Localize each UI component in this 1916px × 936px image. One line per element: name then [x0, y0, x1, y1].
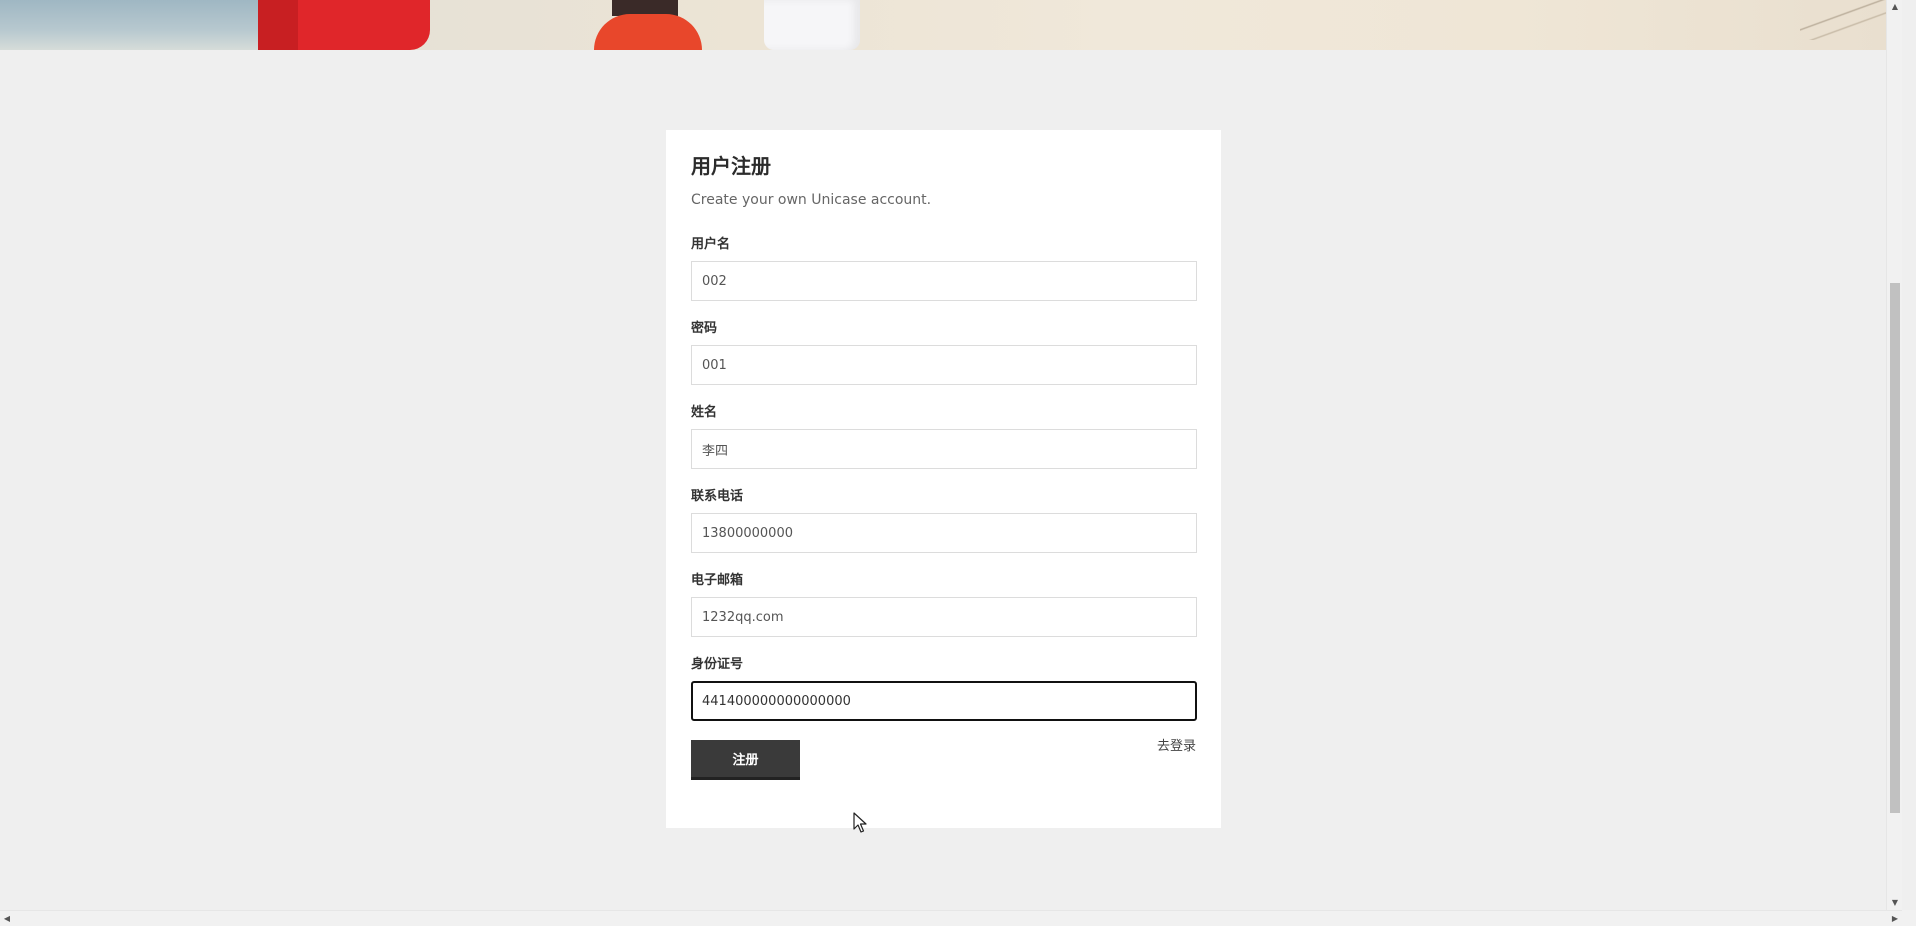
register-form: 用户名 密码 姓名 联系电话 电子邮箱 身份证号: [691, 236, 1197, 781]
page-title: 用户注册: [691, 154, 771, 178]
username-label: 用户名: [691, 237, 731, 252]
username-input[interactable]: [691, 261, 1197, 301]
phone-field-group: 联系电话: [691, 488, 1197, 553]
password-input[interactable]: [691, 345, 1197, 385]
window-bottom-edge: [0, 926, 1916, 936]
email-input[interactable]: [691, 597, 1197, 637]
register-button[interactable]: 注册: [691, 740, 800, 780]
name-input[interactable]: [691, 429, 1197, 469]
username-field-group: 用户名: [691, 236, 1197, 301]
password-field-group: 密码: [691, 320, 1197, 385]
go-login-link[interactable]: 去登录: [1157, 735, 1196, 754]
page-subtitle: Create your own Unicase account.: [691, 192, 932, 208]
hero-figure-red-shadow: [258, 0, 298, 50]
vertical-scroll-thumb[interactable]: [1890, 283, 1900, 813]
hero-water: [0, 0, 260, 50]
name-field-group: 姓名: [691, 404, 1197, 469]
phone-label: 联系电话: [691, 489, 744, 504]
scroll-up-icon[interactable]: ▲: [1890, 2, 1900, 12]
page-viewport: 用户注册 Create your own Unicase account. 用户…: [0, 0, 1886, 910]
phone-input[interactable]: [691, 513, 1197, 553]
hero-figure-white-shorts: [764, 0, 860, 50]
hero-banner-image: [0, 0, 1886, 50]
scroll-left-icon[interactable]: ◀: [2, 914, 12, 924]
scroll-down-icon[interactable]: ▼: [1890, 898, 1900, 908]
scroll-right-icon[interactable]: ▶: [1890, 914, 1900, 924]
mouse-pointer-icon: [853, 812, 867, 833]
email-label: 电子邮箱: [691, 573, 744, 588]
hero-figure-red-shirt: [594, 14, 702, 50]
id-number-field-group: 身份证号: [691, 656, 1197, 721]
vertical-scrollbar[interactable]: ▲ ▼: [1886, 0, 1902, 910]
register-card: 用户注册 Create your own Unicase account. 用户…: [666, 130, 1221, 828]
hero-sand-detail: [1800, 0, 1886, 40]
password-label: 密码: [691, 321, 718, 336]
id-number-label: 身份证号: [691, 657, 744, 672]
id-number-input[interactable]: [691, 681, 1197, 721]
name-label: 姓名: [691, 405, 718, 420]
email-field-group: 电子邮箱: [691, 572, 1197, 637]
form-actions: 注册 去登录: [691, 739, 1196, 781]
horizontal-scrollbar[interactable]: ◀ ▶: [0, 910, 1902, 926]
